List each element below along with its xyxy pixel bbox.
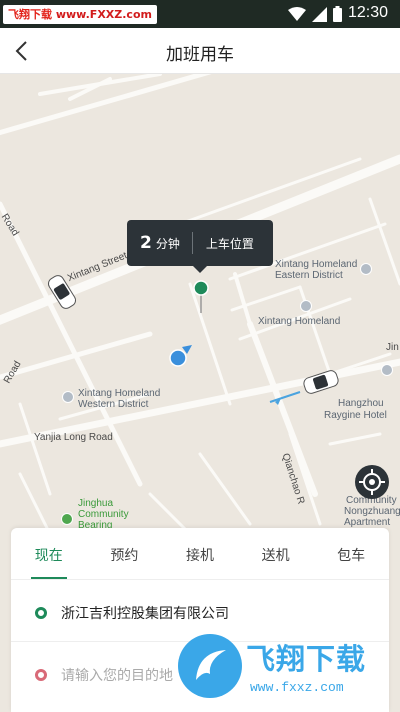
status-time: 12:30 [347, 4, 388, 21]
eta-minutes: 2 [140, 233, 152, 253]
tab-airport-pickup[interactable]: 接机 [162, 528, 238, 579]
map-label-jinghua-2: Community [78, 509, 129, 520]
my-location-icon [169, 345, 192, 367]
pickup-eta-bubble[interactable]: 2 分钟 上车位置 [127, 220, 273, 273]
app-header: 加班用车 [0, 28, 400, 74]
destination-dot-icon [35, 669, 47, 681]
map-label-nongzhuang-3: Apartment [344, 517, 391, 528]
pickup-location-label: 上车位置 [205, 236, 254, 251]
map-label-jin: Jin [386, 342, 399, 353]
map-label-homeland-east-1: Xintang Homeland [275, 259, 358, 270]
eta-unit: 分钟 [155, 236, 180, 251]
watermark-logo: 飞翔下载 www.fxxz.com [178, 630, 392, 700]
map-label-raygine-hotel: Raygine Hotel [324, 410, 387, 421]
destination-input[interactable]: 请输入您的目的地 [61, 665, 173, 685]
locate-me-button[interactable] [355, 465, 389, 499]
watermark-emblem-icon [178, 634, 242, 698]
wifi-icon [288, 6, 306, 21]
map-label-homeland-east-2: Eastern District [275, 270, 343, 281]
map-label-homeland-west-1: Xintang Homeland [78, 388, 161, 399]
ride-type-tabs: 现在 预约 接机 送机 包车 [11, 528, 389, 580]
poi-marker-western-district[interactable] [62, 391, 74, 403]
watermark-prefix: 飞翔下载 [8, 8, 52, 21]
poi-marker-jinghua[interactable] [61, 513, 73, 525]
poi-marker-eastern-district[interactable] [360, 263, 372, 275]
origin-field[interactable]: 浙江吉利控股集团有限公司 [61, 603, 229, 623]
map-label-hangzhou: Hangzhou [338, 398, 384, 409]
page-title: 加班用车 [166, 45, 234, 65]
watermark-badge: 飞翔下载 www.FXXZ.com [3, 5, 157, 24]
map-label-homeland: Xintang Homeland [258, 316, 341, 327]
map-label-jinghua-1: Jinghua [78, 498, 114, 509]
tab-now[interactable]: 现在 [11, 528, 87, 579]
origin-dot-icon [35, 606, 47, 619]
bubble-divider [191, 232, 193, 254]
watermark-swirl-icon [196, 650, 226, 680]
tab-airport-dropoff[interactable]: 送机 [238, 528, 314, 579]
watermark-url: www.FXXZ.com [55, 8, 152, 21]
map-label-nongzhuang-2: Nongzhuang [344, 506, 400, 517]
battery-icon [333, 6, 342, 22]
map-label-homeland-west-2: Western District [78, 399, 149, 410]
signal-icon [312, 6, 327, 22]
watermark-brand: 飞翔下载 [246, 642, 367, 676]
crosshair-icon [359, 469, 385, 495]
poi-marker-homeland[interactable] [300, 300, 312, 312]
status-bar: 飞翔下载 www.FXXZ.com 12:30 [0, 0, 400, 28]
tab-reserve[interactable]: 预约 [87, 528, 163, 579]
tab-charter[interactable]: 包车 [313, 528, 389, 579]
map-label-yanjia-road: Yanjia Long Road [34, 432, 113, 443]
pickup-pin-icon[interactable] [193, 280, 209, 314]
watermark-url-bottom: www.fxxz.com [250, 680, 344, 695]
poi-marker-hotel[interactable] [381, 364, 393, 376]
